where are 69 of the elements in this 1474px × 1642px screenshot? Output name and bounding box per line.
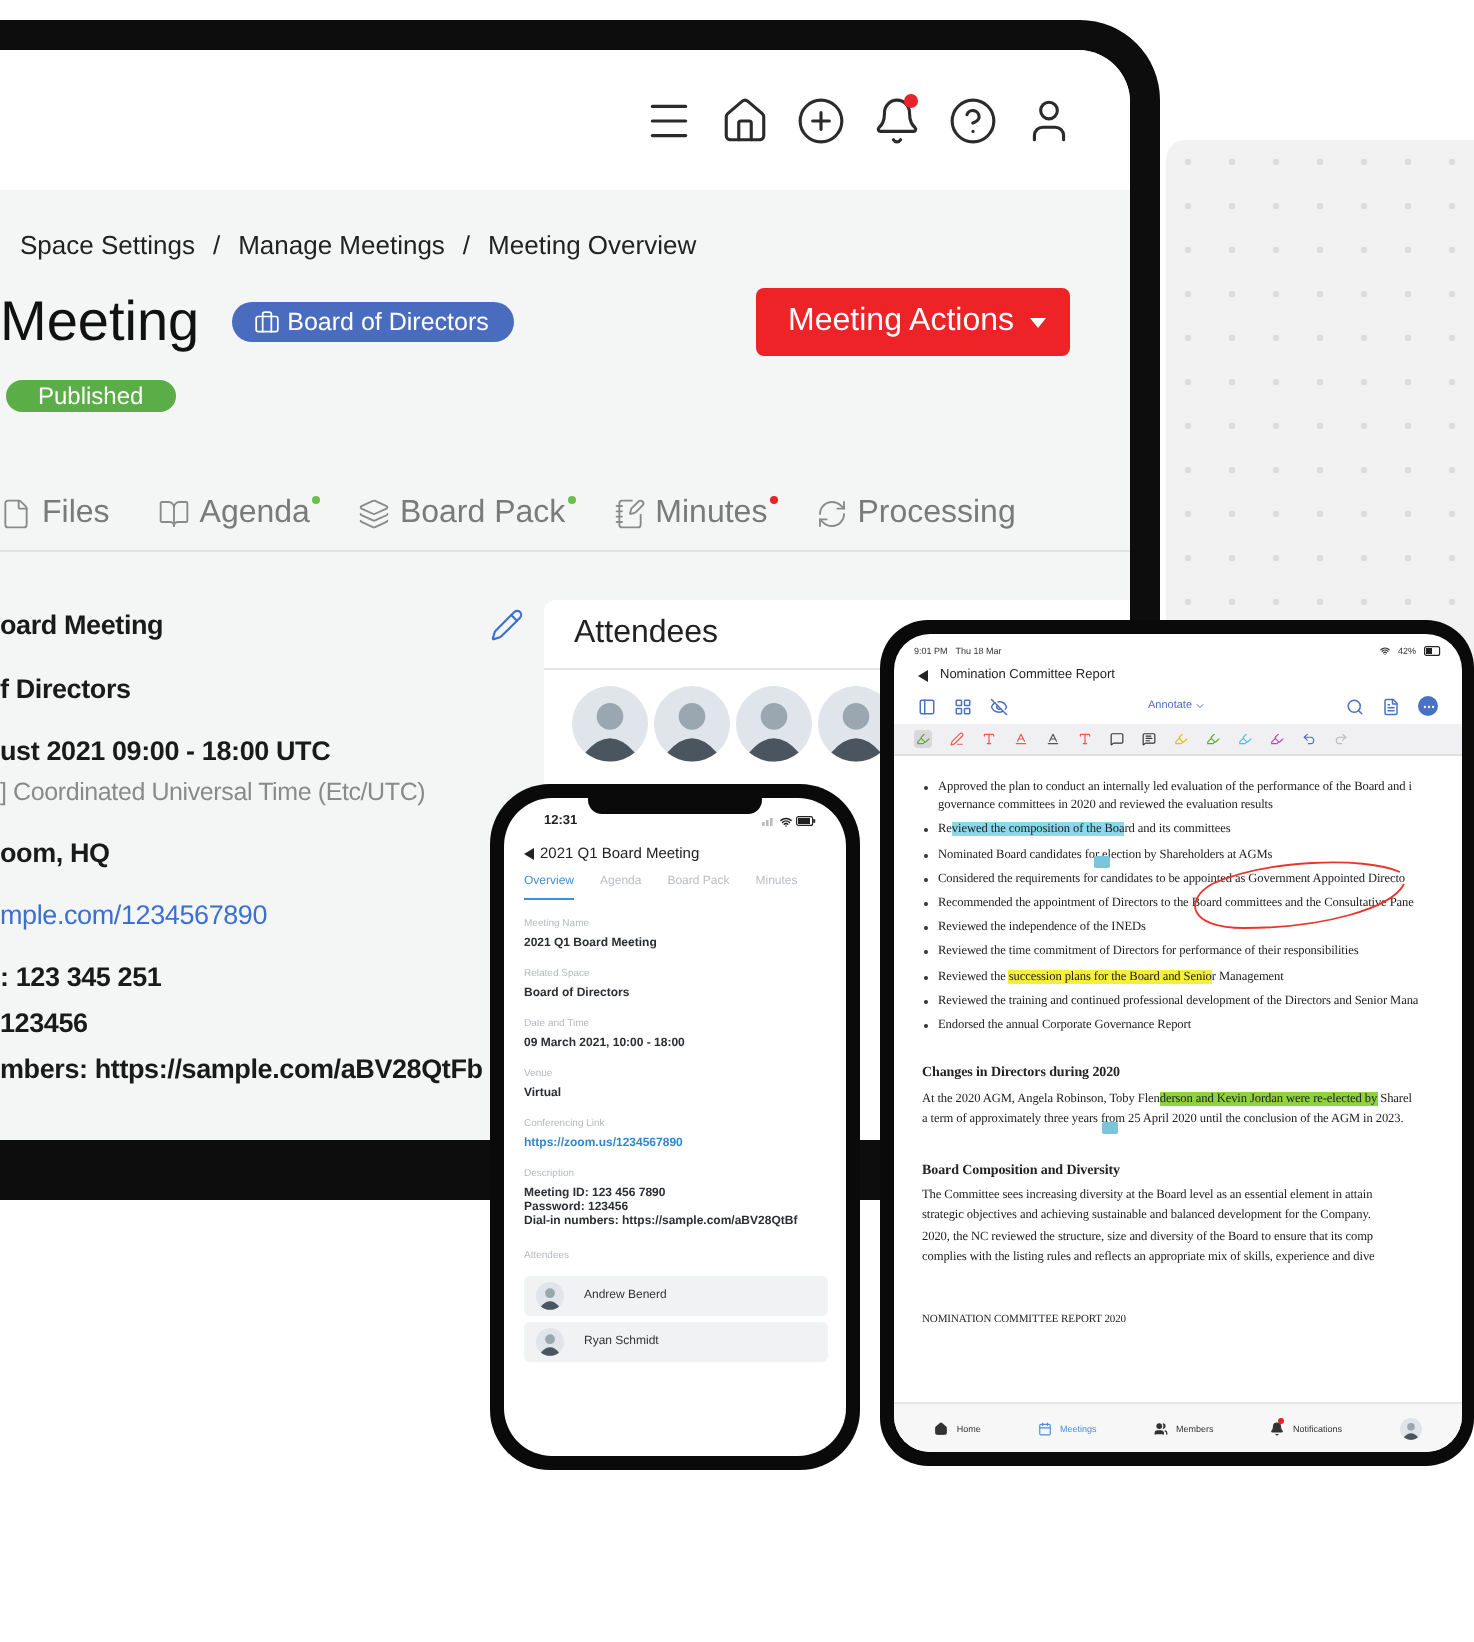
- battery-icon: [796, 816, 816, 826]
- note-icon[interactable]: [1142, 732, 1156, 746]
- link[interactable]: mple.com/1234567890: [0, 900, 268, 930]
- text-icon[interactable]: [1078, 732, 1092, 746]
- status-badge: Published: [6, 380, 176, 412]
- space-badge: Board of Directors: [231, 302, 515, 342]
- underline-icon[interactable]: [1046, 732, 1060, 746]
- breadcrumb-link[interactable]: Meeting Overview: [488, 230, 697, 260]
- signal-icon: [762, 816, 776, 826]
- home-icon: [934, 1421, 949, 1435]
- plus-icon[interactable]: [796, 95, 846, 145]
- home-icon[interactable]: [720, 95, 770, 145]
- undo-icon[interactable]: [1302, 732, 1316, 746]
- grid-icon[interactable]: [954, 697, 972, 715]
- tab[interactable]: Files: [0, 496, 110, 532]
- back-icon[interactable]: [524, 847, 534, 859]
- wifi-icon: [1379, 646, 1390, 656]
- breadcrumb-separator: /: [462, 230, 471, 260]
- wifi-icon: [780, 815, 792, 827]
- avatar-icon: [572, 686, 648, 762]
- detail-text: oom, HQ: [0, 838, 110, 868]
- file-icon: [0, 498, 32, 530]
- page-title: Meeting: [0, 290, 200, 354]
- sidebar-icon[interactable]: [918, 697, 936, 715]
- eye-off-icon[interactable]: [990, 697, 1008, 715]
- pen-icon[interactable]: [950, 732, 964, 746]
- avatar-icon: [736, 686, 812, 762]
- text-icon[interactable]: [982, 732, 996, 746]
- detail-text: 123456: [0, 1008, 88, 1038]
- chevron-icon: [1194, 700, 1207, 712]
- bell-icon: [1270, 1421, 1285, 1435]
- avatar-icon: [536, 1327, 564, 1356]
- tab[interactable]: Processing: [815, 496, 1016, 532]
- back-icon[interactable]: [918, 669, 928, 681]
- breadcrumb-link[interactable]: Space Settings: [20, 230, 195, 260]
- detail-text: f Directors: [0, 674, 131, 704]
- more-button[interactable]: [1418, 696, 1438, 716]
- bell-icon[interactable]: [872, 95, 922, 145]
- tab[interactable]: Agenda: [157, 496, 310, 532]
- layers-icon: [357, 498, 390, 530]
- detail-text: ] Coordinated Universal Time (Etc/UTC): [0, 778, 426, 806]
- meeting-actions-button[interactable]: Meeting Actions: [756, 288, 1070, 356]
- battery-icon: [1424, 646, 1442, 656]
- highlighter-icon[interactable]: [1270, 732, 1284, 746]
- breadcrumb-link[interactable]: Manage Meetings: [238, 230, 445, 260]
- page-icon[interactable]: [1382, 697, 1400, 715]
- detail-text: oard Meeting: [0, 610, 164, 640]
- refresh-icon: [815, 498, 848, 530]
- pencil-icon[interactable]: [490, 608, 524, 642]
- people-icon: [1154, 1421, 1168, 1435]
- tab[interactable]: Board Pack: [357, 496, 566, 532]
- detail-text: ust 2021 09:00 - 18:00 UTC: [0, 736, 331, 766]
- help-icon[interactable]: [948, 95, 998, 145]
- breadcrumb-separator: /: [212, 230, 221, 260]
- detail-text: mbers: https://sample.com/aBV28QtFb: [0, 1054, 483, 1084]
- notebook-icon: [613, 498, 646, 530]
- avatar-icon: [654, 686, 730, 762]
- avatar-icon: [536, 1281, 564, 1310]
- search-icon[interactable]: [1346, 697, 1364, 715]
- book-icon: [157, 498, 190, 530]
- detail-text: : 123 345 251: [0, 962, 162, 992]
- avatar-icon: [1399, 1417, 1422, 1439]
- underline-icon[interactable]: [1014, 732, 1028, 746]
- highlighter-icon[interactable]: [1206, 732, 1220, 746]
- comment-icon[interactable]: [1110, 732, 1124, 746]
- calendar-icon: [1038, 1421, 1053, 1435]
- caret-icon: [1030, 317, 1046, 327]
- briefcase-icon: [253, 309, 280, 335]
- tab[interactable]: Minutes: [613, 496, 768, 532]
